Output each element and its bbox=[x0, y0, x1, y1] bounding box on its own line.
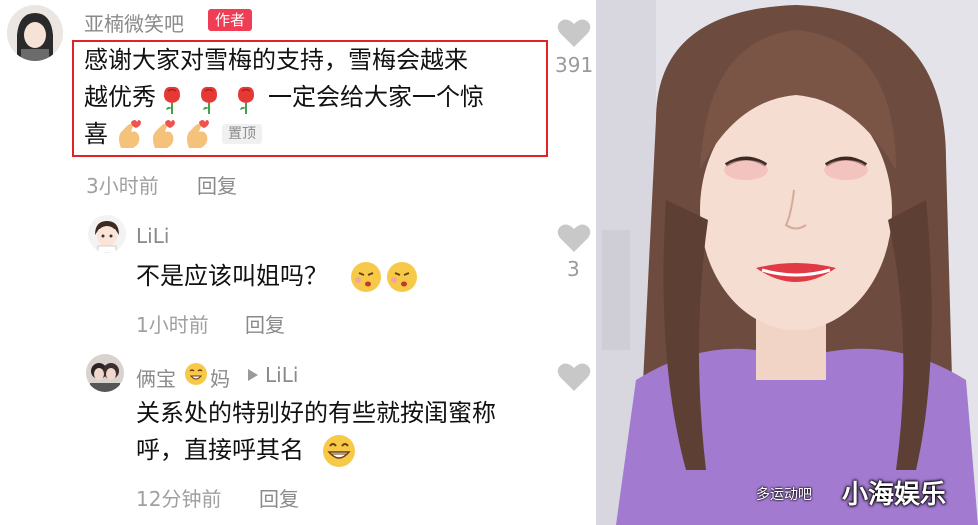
comment-like-count: 391 bbox=[555, 53, 594, 77]
reply2-text-line1: 关系处的特别好的有些就按闺蜜称 bbox=[136, 399, 496, 427]
kiss-icon bbox=[387, 262, 417, 292]
comment-text-line2b: 一定会给大家一个惊 bbox=[268, 83, 484, 111]
reply1-like-count: 3 bbox=[567, 257, 580, 281]
grin-emoji-large bbox=[322, 434, 356, 472]
comment-text-line2: 越优秀 bbox=[84, 79, 156, 116]
watermark-text: 小海娱乐 bbox=[842, 480, 947, 510]
kiss-emoji-row bbox=[350, 260, 420, 298]
video-frame[interactable] bbox=[596, 0, 978, 525]
reply1-author[interactable]: LiLi bbox=[136, 224, 169, 248]
comment-text-line3: 喜 bbox=[84, 120, 108, 148]
rose-icon bbox=[201, 86, 217, 114]
reply2-reply-to[interactable]: LiLi bbox=[265, 363, 298, 387]
author-badge: 作者 bbox=[208, 9, 253, 31]
reply1-time: 1小时前 bbox=[136, 313, 209, 337]
comment-author[interactable]: 亚楠微笑吧 bbox=[84, 8, 184, 37]
video-photo bbox=[596, 0, 978, 525]
finger-heart-icon bbox=[187, 120, 209, 148]
comment-text-line2a: 越优秀 bbox=[84, 83, 156, 111]
comment-reply-button[interactable]: 回复 bbox=[197, 170, 237, 199]
author-avatar[interactable] bbox=[7, 5, 63, 61]
finger-heart-emoji-row bbox=[113, 118, 215, 154]
heart-icon[interactable] bbox=[557, 223, 591, 253]
rose-icon bbox=[164, 86, 180, 114]
comment-time: 3小时前 bbox=[86, 174, 159, 198]
grin-emoji-small bbox=[184, 362, 208, 390]
grin-icon bbox=[323, 435, 355, 467]
reply2-author-b[interactable]: 妈 bbox=[210, 363, 230, 392]
reply2-reply-button[interactable]: 回复 bbox=[259, 483, 299, 512]
reply1-avatar[interactable] bbox=[88, 215, 126, 253]
comment-text-line1: 感谢大家对雪梅的支持，雪梅会越来 bbox=[84, 46, 468, 74]
finger-heart-icon bbox=[119, 120, 141, 148]
kiss-icon bbox=[351, 262, 381, 292]
reply1-reply-button[interactable]: 回复 bbox=[245, 309, 285, 338]
reply2-author-a[interactable]: 俩宝 bbox=[136, 363, 176, 392]
video-caption: 多运动吧 bbox=[756, 487, 812, 503]
reply2-avatar[interactable] bbox=[86, 354, 124, 392]
finger-heart-icon bbox=[153, 120, 175, 148]
pinned-tag: 置顶 bbox=[222, 124, 262, 144]
heart-icon[interactable] bbox=[557, 362, 591, 392]
rose-icon bbox=[238, 86, 254, 114]
grin-icon bbox=[185, 363, 207, 385]
reply2-time: 12分钟前 bbox=[136, 487, 222, 511]
rose-emoji-row bbox=[158, 83, 268, 119]
play-arrow-icon bbox=[248, 369, 258, 381]
comment-panel: 亚楠微笑吧 作者 感谢大家对雪梅的支持，雪梅会越来 越优秀 一定会给大家一个惊 … bbox=[0, 0, 596, 525]
heart-icon[interactable] bbox=[557, 18, 591, 48]
reply1-text: 不是应该叫姐吗？ bbox=[136, 262, 328, 290]
reply2-text-line2: 呼，直接呼其名 bbox=[136, 436, 304, 464]
